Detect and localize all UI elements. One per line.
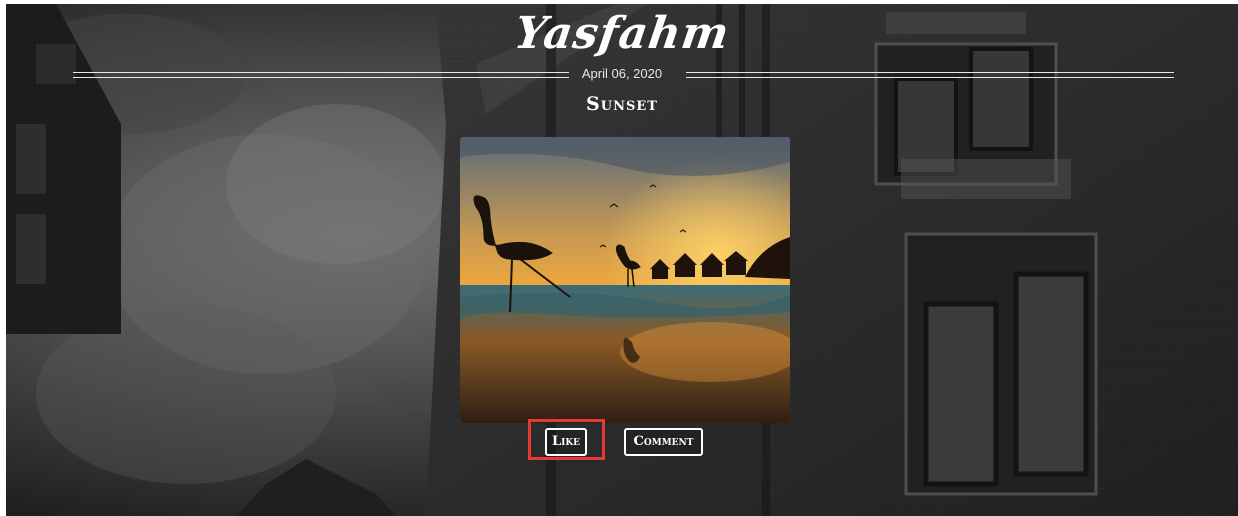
site-logo[interactable]: Yasfahm xyxy=(6,6,1238,62)
post-date: April 06, 2020 xyxy=(581,66,663,81)
post-photo xyxy=(460,137,790,423)
page-frame: Yasfahm April 06, 2020 Sunset Like Comme… xyxy=(6,4,1238,516)
like-button[interactable]: Like xyxy=(545,428,587,456)
comment-button[interactable]: Comment xyxy=(624,428,703,456)
sunset-photo-image xyxy=(460,137,790,423)
post-title: Sunset xyxy=(586,93,658,115)
